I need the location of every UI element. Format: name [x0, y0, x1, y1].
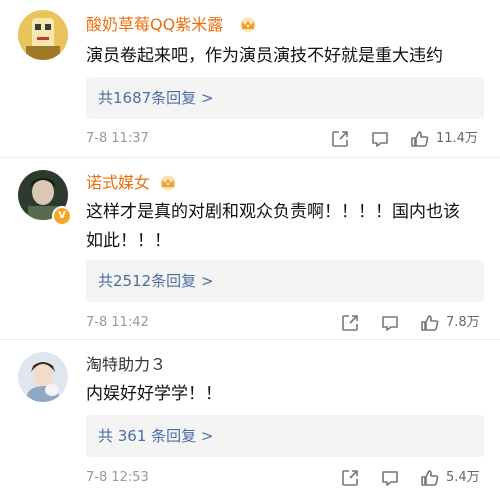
replies-count: 共1687条回复 > — [98, 89, 214, 107]
crown-badge-icon — [160, 175, 176, 191]
comment-icon[interactable] — [380, 313, 400, 333]
comment-text: 这样才是真的对剧和观众负责啊！！！！国内也该如此！！！ — [86, 202, 460, 251]
thumbs-up-icon[interactable] — [420, 313, 440, 333]
comment-item: 淘特助力３ 内娱好好学学！！ 共 361 条回复 > 7-8 12:53 5.4… — [0, 340, 500, 495]
thumbs-up-icon[interactable] — [410, 129, 430, 149]
replies-count: 共2512条回复 > — [98, 272, 214, 290]
replies-link[interactable]: 共1687条回复 > — [86, 77, 484, 119]
comment-text: 演员卷起来吧，作为演员演技不好就是重大违约 — [86, 46, 443, 66]
action-bar: 7.8万 — [338, 313, 484, 333]
replies-count: 共 361 条回复 > — [98, 427, 214, 445]
verified-badge: V — [52, 206, 72, 226]
username[interactable]: 酸奶草莓QQ紫米露 — [86, 14, 223, 36]
username[interactable]: 诺式媒女 — [86, 172, 150, 194]
avatar[interactable] — [18, 10, 68, 60]
like-count: 7.8万 — [446, 315, 480, 330]
username[interactable]: 淘特助力３ — [86, 354, 166, 376]
avatar[interactable] — [18, 352, 68, 402]
share-icon[interactable] — [330, 129, 350, 149]
timestamp: 7-8 12:53 — [86, 470, 149, 485]
comment-icon[interactable] — [370, 129, 390, 149]
comment-icon[interactable] — [380, 468, 400, 488]
comment-item: 酸奶草莓QQ紫米露 演员卷起来吧，作为演员演技不好就是重大违约 共1687条回复… — [0, 0, 500, 156]
like-count: 11.4万 — [436, 131, 478, 146]
replies-link[interactable]: 共 361 条回复 > — [86, 415, 484, 457]
like-count: 5.4万 — [446, 470, 480, 485]
comment-item: V 诺式媒女 这样才是真的对剧和观众负责啊！！！！国内也该如此！！！ 共2512… — [0, 158, 500, 338]
crown-badge-icon — [240, 17, 256, 33]
action-bar: 11.4万 — [328, 129, 484, 149]
share-icon[interactable] — [340, 468, 360, 488]
thumbs-up-icon[interactable] — [420, 468, 440, 488]
timestamp: 7-8 11:37 — [86, 131, 149, 146]
comment-text: 内娱好好学学！！ — [86, 384, 222, 404]
share-icon[interactable] — [340, 313, 360, 333]
replies-link[interactable]: 共2512条回复 > — [86, 260, 484, 302]
timestamp: 7-8 11:42 — [86, 315, 149, 330]
action-bar: 5.4万 — [338, 468, 484, 488]
